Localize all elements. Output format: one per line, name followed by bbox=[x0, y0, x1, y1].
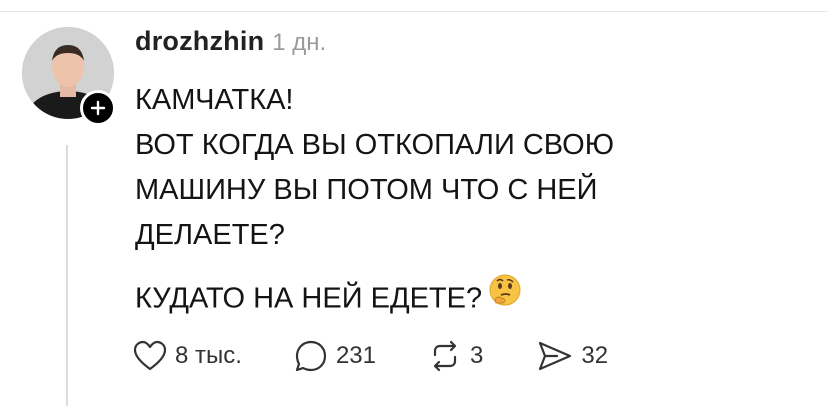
share-icon bbox=[539, 341, 572, 371]
post-line: ДЕЛАЕТЕ? bbox=[135, 219, 285, 251]
repost-count: 3 bbox=[469, 342, 484, 369]
like-button[interactable]: 8 тыс. bbox=[133, 340, 242, 372]
share-count: 32 bbox=[581, 342, 609, 369]
post-line: КУДАТО НА НЕЙ ЕДЕТЕ? bbox=[135, 273, 795, 324]
heart-icon bbox=[133, 340, 167, 371]
thread-line bbox=[66, 145, 68, 406]
repost-icon bbox=[433, 340, 457, 372]
plus-icon bbox=[90, 100, 106, 116]
thinking-face-icon bbox=[488, 273, 522, 321]
post-time: 1 дн. bbox=[272, 29, 327, 56]
post-line: КАМЧАТКА! bbox=[135, 84, 294, 116]
post-header: drozhzhin 1 дн. bbox=[135, 26, 326, 62]
share-button[interactable]: 32 bbox=[537, 340, 608, 372]
post-line: МАШИНУ ВЫ ПОТОМ ЧТО С НЕЙ bbox=[135, 174, 598, 206]
post-line: ВОТ КОГДА ВЫ ОТКОПАЛИ СВОЮ bbox=[135, 129, 615, 161]
follow-button[interactable] bbox=[80, 90, 116, 126]
post-body: КАМЧАТКА! ВОТ КОГДА ВЫ ОТКОПАЛИ СВОЮ МАШ… bbox=[135, 78, 795, 324]
username[interactable]: drozhzhin bbox=[135, 26, 264, 57]
comment-count: 231 bbox=[335, 342, 376, 369]
action-bar: 8 тыс. 231 3 32 bbox=[133, 336, 608, 376]
post-line-text: КУДАТО НА НЕЙ ЕДЕТЕ? bbox=[135, 282, 483, 315]
comment-icon bbox=[295, 340, 327, 372]
divider bbox=[0, 11, 828, 12]
like-count: 8 тыс. bbox=[175, 342, 242, 369]
comment-button[interactable]: 231 bbox=[294, 339, 376, 373]
avatar-container[interactable] bbox=[22, 27, 116, 126]
repost-button[interactable]: 3 bbox=[428, 339, 483, 373]
